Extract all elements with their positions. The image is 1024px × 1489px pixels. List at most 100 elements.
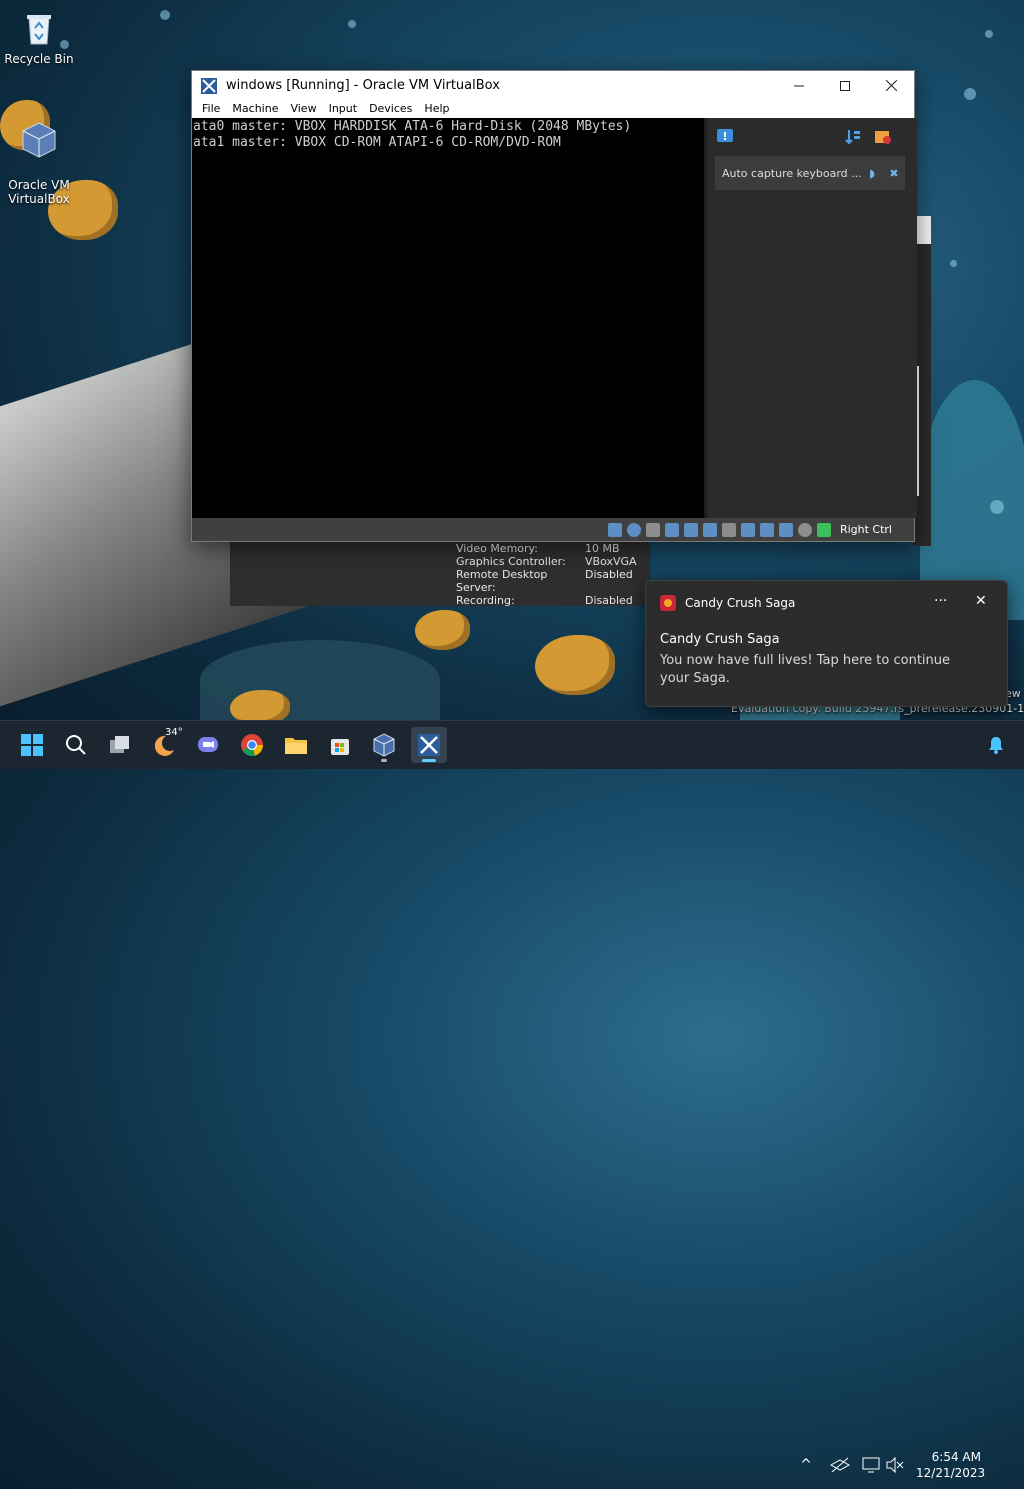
close-button[interactable] xyxy=(868,71,914,100)
display-icon[interactable] xyxy=(721,522,736,537)
display-icon[interactable] xyxy=(862,1457,880,1473)
virtualbox-manager-button[interactable] xyxy=(366,727,402,763)
clear-all-icon[interactable] xyxy=(874,128,892,146)
chrome-button[interactable] xyxy=(234,727,270,763)
wallpaper-bubble xyxy=(990,500,1004,514)
wallpaper-bubble xyxy=(950,260,957,267)
menu-devices[interactable]: Devices xyxy=(363,100,418,118)
mute-icon[interactable]: ◗ xyxy=(861,167,883,180)
search-icon xyxy=(66,735,86,755)
toast-close-button[interactable]: ✕ xyxy=(975,593,987,609)
console-line: ata0 master: VBOX HARDDISK ATA-6 Hard-Di… xyxy=(193,119,632,134)
usb-icon[interactable] xyxy=(683,522,698,537)
vm-window[interactable]: windows [Running] - Oracle VM VirtualBox… xyxy=(191,70,917,542)
menu-file[interactable]: File xyxy=(196,100,226,118)
detail-row-remote-desktop: Remote Desktop Server: Disabled xyxy=(456,568,633,594)
microsoft-store-button[interactable] xyxy=(322,727,358,763)
menu-machine[interactable]: Machine xyxy=(226,100,284,118)
network-disconnected-icon[interactable] xyxy=(830,1457,850,1473)
maximize-button[interactable] xyxy=(822,71,868,100)
maximize-icon xyxy=(840,80,850,91)
vm-manager-details-panel: Video Memory: 10 MB Graphics Controller:… xyxy=(230,540,650,607)
menu-help[interactable]: Help xyxy=(418,100,455,118)
wallpaper-bubble xyxy=(348,20,356,28)
close-icon xyxy=(885,80,897,91)
more-options-button[interactable]: ··· xyxy=(934,593,947,609)
hard-disk-icon[interactable] xyxy=(607,522,622,537)
host-key-label: Right Ctrl xyxy=(839,523,892,536)
teams-chat-button[interactable] xyxy=(190,727,226,763)
volume-muted-icon[interactable] xyxy=(886,1457,904,1473)
wallpaper-fish xyxy=(535,635,615,695)
toast-app-name: Candy Crush Saga xyxy=(685,596,796,610)
task-view-button[interactable] xyxy=(102,727,138,763)
minimize-button[interactable] xyxy=(776,71,822,100)
close-icon[interactable]: ✖ xyxy=(883,167,905,180)
detail-row-graphics-controller: Graphics Controller: VBoxVGA xyxy=(456,555,637,568)
taskbar: ^ 6:54 AM 12/21/2023 xyxy=(0,720,1024,1480)
sort-icon[interactable] xyxy=(844,128,862,146)
virtualbox-icon xyxy=(22,122,56,158)
candy-crush-icon xyxy=(660,595,676,611)
title-bar[interactable]: windows [Running] - Oracle VM VirtualBox xyxy=(192,71,914,100)
recycle-bin-icon xyxy=(27,15,51,45)
notification-center: Auto capture keyboard ... ◗ ✖ xyxy=(704,118,917,518)
wallpaper-bubble xyxy=(985,30,993,38)
wallpaper-bubble xyxy=(964,88,976,100)
toast-body: You now have full lives! Tap here to con… xyxy=(660,653,951,686)
chat-icon xyxy=(198,737,218,752)
virtualbox-vm-icon xyxy=(418,734,440,756)
vm-window-button[interactable] xyxy=(411,727,447,763)
video-capture-icon[interactable] xyxy=(740,522,755,537)
clock-date: 12/21/2023 xyxy=(916,1466,986,1480)
desktop-icon-virtualbox[interactable]: Oracle VM VirtualBox xyxy=(1,106,77,206)
show-hidden-icons-button[interactable]: ^ xyxy=(796,1457,816,1473)
notification-icon[interactable] xyxy=(716,128,734,146)
window-title: windows [Running] - Oracle VM VirtualBox xyxy=(226,78,500,93)
system-tray: ^ xyxy=(796,1441,904,1489)
clock-time: 6:54 AM xyxy=(931,1450,981,1464)
virtualbox-icon xyxy=(373,733,395,757)
toast-notification[interactable]: Candy Crush Saga ··· ✕ Candy Crush Saga … xyxy=(645,580,1008,707)
chrome-icon xyxy=(241,734,263,757)
task-view-icon xyxy=(110,736,129,753)
cpu-icon[interactable] xyxy=(778,522,793,537)
notification-auto-capture[interactable]: Auto capture keyboard ... ◗ ✖ xyxy=(715,156,905,190)
network-icon[interactable] xyxy=(664,522,679,537)
active-indicator xyxy=(422,759,436,762)
menu-view[interactable]: View xyxy=(284,100,322,118)
status-bar: Right Ctrl xyxy=(192,518,914,541)
menu-bar: File Machine View Input Devices Help xyxy=(192,100,914,118)
search-button[interactable] xyxy=(58,727,94,763)
minimize-icon xyxy=(794,85,804,86)
notification-text: Auto capture keyboard ... xyxy=(722,166,861,180)
desktop-icon-recycle-bin[interactable]: Recycle Bin xyxy=(1,8,77,66)
wallpaper-fish xyxy=(415,610,470,650)
console-line: ata1 master: VBOX CD-ROM ATAPI-6 CD-ROM/… xyxy=(193,135,561,150)
desktop-icon-label: Oracle VM VirtualBox xyxy=(8,178,70,206)
start-button[interactable] xyxy=(14,727,50,763)
folder-icon xyxy=(285,738,307,754)
windows-logo-icon xyxy=(21,734,43,756)
wallpaper-bubble xyxy=(160,10,170,20)
shared-folders-icon[interactable] xyxy=(702,522,717,537)
toast-title: Candy Crush Saga xyxy=(660,632,780,647)
audio-icon[interactable] xyxy=(645,522,660,537)
host-key-icon[interactable] xyxy=(816,522,831,537)
virtualbox-icon xyxy=(201,77,217,94)
desktop-icon-label: Recycle Bin xyxy=(4,52,74,66)
store-icon xyxy=(331,739,349,755)
detail-row-recording: Recording: Disabled xyxy=(456,594,633,607)
recording-icon[interactable] xyxy=(759,522,774,537)
vm-console-screen[interactable]: ata0 master: VBOX HARDDISK ATA-6 Hard-Di… xyxy=(192,118,705,519)
vm-content: ata0 master: VBOX HARDDISK ATA-6 Hard-Di… xyxy=(192,118,917,519)
menu-input[interactable]: Input xyxy=(323,100,363,118)
detail-row-video-memory: Video Memory: 10 MB xyxy=(456,542,620,555)
file-explorer-button[interactable] xyxy=(278,727,314,763)
notification-bell-icon[interactable] xyxy=(988,736,1004,754)
running-indicator xyxy=(381,759,387,762)
clock[interactable]: 6:54 AM 12/21/2023 xyxy=(916,1449,986,1481)
weather-temperature: 34° xyxy=(165,727,183,738)
mouse-integration-icon[interactable] xyxy=(797,522,812,537)
optical-drive-icon[interactable] xyxy=(626,522,641,537)
